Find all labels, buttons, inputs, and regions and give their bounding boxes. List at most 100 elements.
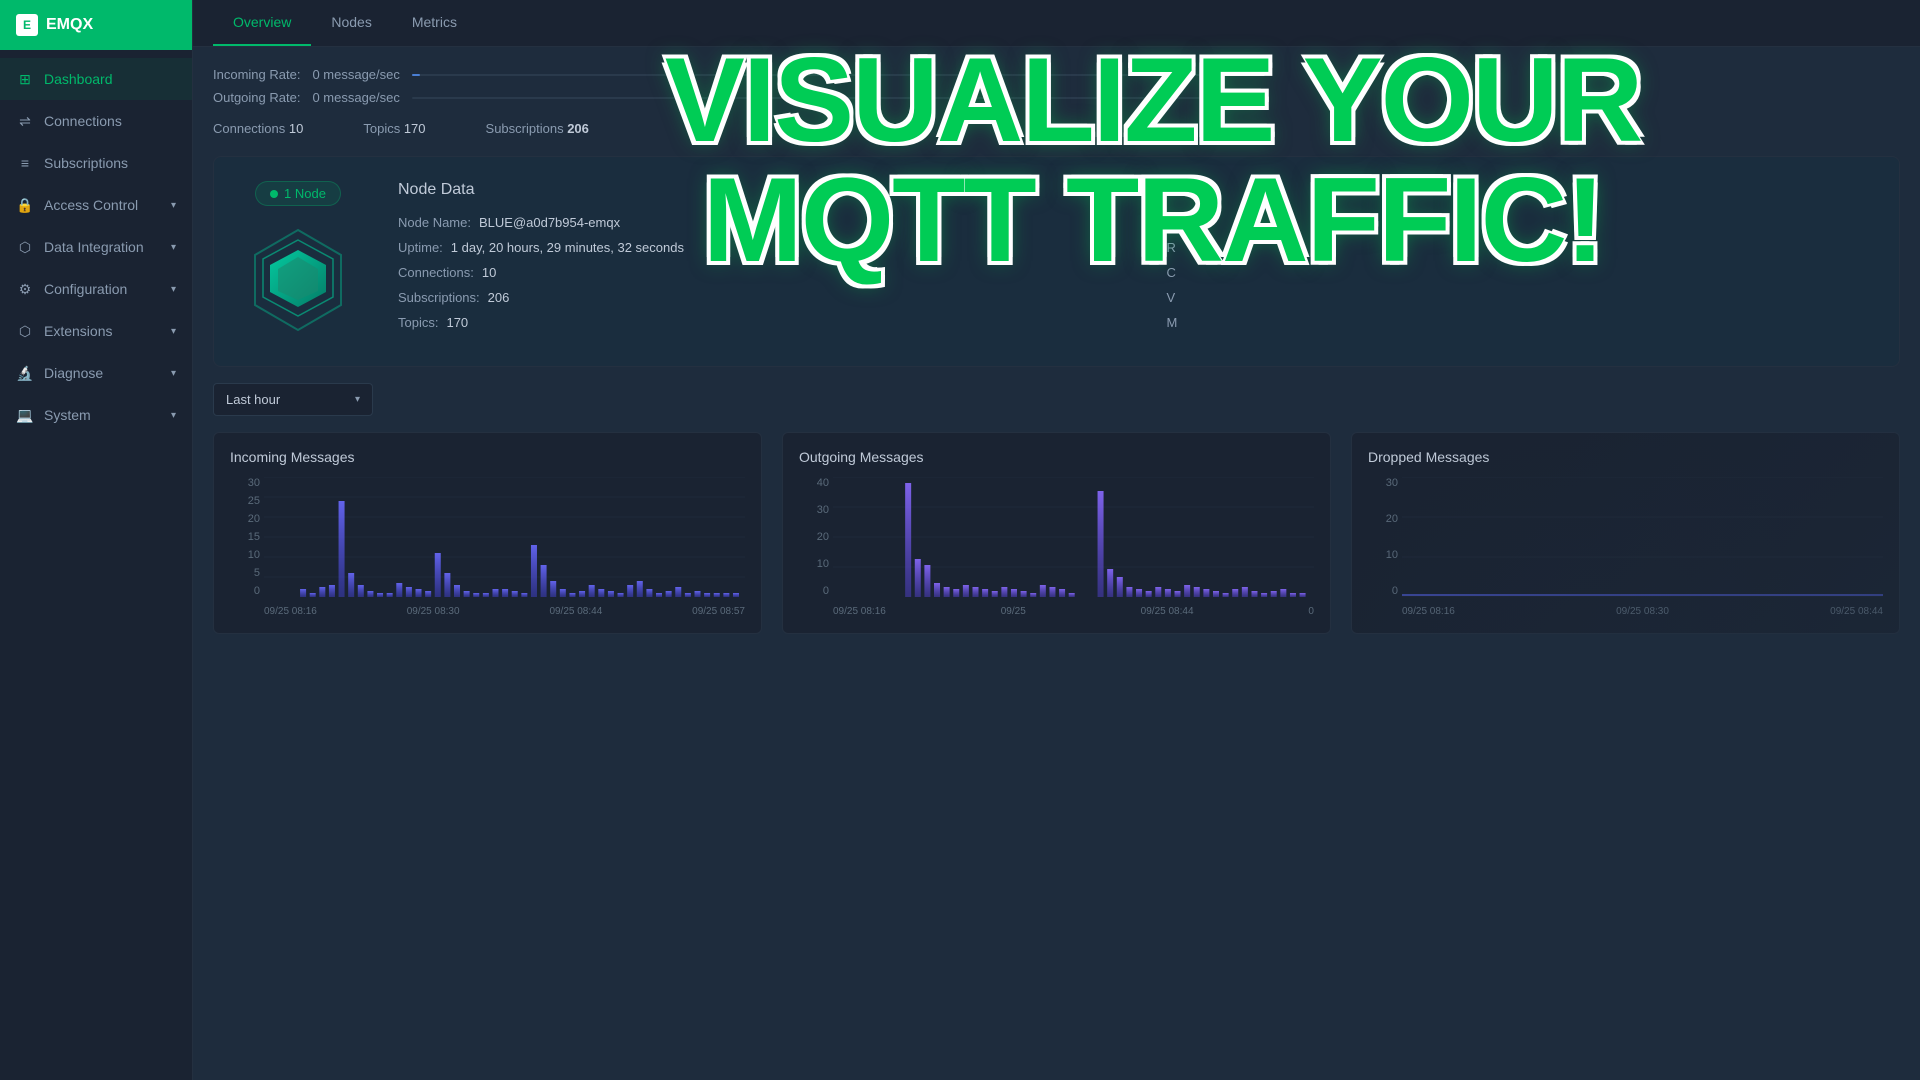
sidebar-item-label: Access Control <box>44 197 138 213</box>
incoming-rate-bar <box>412 74 1212 76</box>
chart-outgoing-yaxis: 40 30 20 10 0 <box>799 477 829 597</box>
node-extra-label-4: M <box>1167 315 1178 330</box>
node-section: 1 Node <box>213 156 1900 367</box>
chart-dropped: Dropped Messages 30 20 10 0 <box>1351 432 1900 634</box>
chart-dropped-plot <box>1402 477 1883 597</box>
incoming-rate-value: 0 message/sec <box>312 67 399 82</box>
chart-outgoing: Outgoing Messages 40 30 20 10 0 <box>782 432 1331 634</box>
chart-dropped-xaxis: 09/25 08:16 09/25 08:30 09/25 08:44 <box>1402 606 1883 617</box>
chevron-icon: ▾ <box>171 242 176 253</box>
node-extra-row-4: M <box>1167 315 1876 330</box>
time-filter-label: Last hour <box>226 392 280 407</box>
chart-outgoing-plot <box>833 477 1314 597</box>
subscriptions-row: Subscriptions: 206 <box>398 290 1107 305</box>
node-visual: 1 Node <box>238 181 358 342</box>
tab-nodes[interactable]: Nodes <box>311 0 391 46</box>
chart-outgoing-xaxis: 09/25 08:16 09/25 09/25 08:44 0 <box>833 606 1314 617</box>
node-name-label: Node Name: <box>398 215 471 230</box>
topics-label: Topics: <box>398 315 438 330</box>
sidebar-nav: ⊞ Dashboard ⇌ Connections ≡ Subscription… <box>0 50 192 1080</box>
chart-dropped-title: Dropped Messages <box>1368 449 1883 465</box>
connections-row: Connections: 10 <box>398 265 1107 280</box>
topics-value: 170 <box>446 315 468 330</box>
chart-dropped-yaxis: 30 20 10 0 <box>1368 477 1398 597</box>
dashboard-icon: ⊞ <box>16 70 34 88</box>
chevron-icon: ▾ <box>171 410 176 421</box>
node-name-row: Node Name: BLUE@a0d7b954-emqx <box>398 215 1107 230</box>
tabs-bar: Overview Nodes Metrics <box>193 0 1920 47</box>
main-content: Overview Nodes Metrics Incoming Rate: 0 … <box>193 0 1920 1080</box>
incoming-rate-label: Incoming Rate: <box>213 67 300 82</box>
topics-row: Topics: 170 <box>398 315 1107 330</box>
node-data-grid: Node Name: BLUE@a0d7b954-emqx No Uptime:… <box>398 215 1875 330</box>
header-stats: Connections 10 Topics 170 Subscriptions … <box>213 113 1900 140</box>
diagnose-icon: 🔬 <box>16 364 34 382</box>
sidebar-item-access-control[interactable]: 🔒 Access Control ▾ <box>0 184 192 226</box>
chevron-down-icon: ▾ <box>355 394 360 405</box>
sidebar: E EMQX ⊞ Dashboard ⇌ Connections ≡ Subsc… <box>0 0 193 1080</box>
node-hexagon <box>238 222 358 342</box>
sidebar-item-label: Connections <box>44 113 122 129</box>
subscriptions-label: Subscriptions: <box>398 290 480 305</box>
sidebar-item-data-integration[interactable]: ⬡ Data Integration ▾ <box>0 226 192 268</box>
tab-overview[interactable]: Overview <box>213 0 311 46</box>
sidebar-item-connections[interactable]: ⇌ Connections <box>0 100 192 142</box>
node-extra-label-3: V <box>1167 290 1176 305</box>
connections-stat-value: 10 <box>289 121 303 136</box>
connections-label: Connections: <box>398 265 474 280</box>
node-status-dot <box>270 190 278 198</box>
node-extra-row-0: No <box>1167 215 1876 230</box>
connections-stat-label: Connections <box>213 121 289 136</box>
chart-incoming-title: Incoming Messages <box>230 449 745 465</box>
chart-incoming-xaxis: 09/25 08:16 09/25 08:30 09/25 08:44 09/2… <box>264 606 745 617</box>
time-filter-select[interactable]: Last hour ▾ <box>213 383 373 416</box>
outgoing-rate-value: 0 message/sec <box>312 90 399 105</box>
connections-icon: ⇌ <box>16 112 34 130</box>
sidebar-item-extensions[interactable]: ⬡ Extensions ▾ <box>0 310 192 352</box>
node-extra-label-0: No <box>1167 215 1184 230</box>
subscriptions-stat-value: 206 <box>567 121 589 136</box>
chevron-icon: ▾ <box>171 200 176 211</box>
uptime-label: Uptime: <box>398 240 443 255</box>
sidebar-item-label: Dashboard <box>44 71 113 87</box>
extensions-icon: ⬡ <box>16 322 34 340</box>
sidebar-item-dashboard[interactable]: ⊞ Dashboard <box>0 58 192 100</box>
chevron-icon: ▾ <box>171 326 176 337</box>
subscriptions-stat-label: Subscriptions <box>486 121 568 136</box>
sidebar-item-configuration[interactable]: ⚙ Configuration ▾ <box>0 268 192 310</box>
topics-stat-label: Topics <box>363 121 403 136</box>
sidebar-item-system[interactable]: 💻 System ▾ <box>0 394 192 436</box>
chevron-icon: ▾ <box>171 368 176 379</box>
sidebar-item-label: Diagnose <box>44 365 103 381</box>
node-extra-row-3: V <box>1167 290 1876 305</box>
system-icon: 💻 <box>16 406 34 424</box>
topics-stat-value: 170 <box>404 121 426 136</box>
configuration-icon: ⚙ <box>16 280 34 298</box>
node-extra-row-2: C <box>1167 265 1876 280</box>
connections-stat: Connections 10 <box>213 121 303 136</box>
uptime-value: 1 day, 20 hours, 29 minutes, 32 seconds <box>451 240 684 255</box>
sidebar-item-label: Subscriptions <box>44 155 128 171</box>
outgoing-rate-row: Outgoing Rate: 0 message/sec <box>213 90 1900 105</box>
node-extra-row-1: R <box>1167 240 1876 255</box>
access-control-icon: 🔒 <box>16 196 34 214</box>
overview-content: Incoming Rate: 0 message/sec Outgoing Ra… <box>193 47 1920 1080</box>
chart-incoming-yaxis: 30 25 20 15 10 5 0 <box>230 477 260 597</box>
sidebar-item-label: Extensions <box>44 323 112 339</box>
logo-icon: E <box>16 14 38 36</box>
tab-metrics[interactable]: Metrics <box>392 0 477 46</box>
chart-dropped-area: 30 20 10 0 <box>1368 477 1883 617</box>
logo-text: EMQX <box>46 16 93 34</box>
sidebar-item-diagnose[interactable]: 🔬 Diagnose ▾ <box>0 352 192 394</box>
incoming-rate-fill <box>412 74 420 76</box>
sidebar-item-subscriptions[interactable]: ≡ Subscriptions <box>0 142 192 184</box>
chart-incoming-plot <box>264 477 745 597</box>
node-badge-label: 1 Node <box>284 186 326 201</box>
chart-outgoing-title: Outgoing Messages <box>799 449 1314 465</box>
node-data-title: Node Data <box>398 181 1875 199</box>
filter-row: Last hour ▾ <box>213 383 1900 416</box>
node-name-value: BLUE@a0d7b954-emqx <box>479 215 620 230</box>
node-badge: 1 Node <box>255 181 341 206</box>
data-integration-icon: ⬡ <box>16 238 34 256</box>
chart-outgoing-area: 40 30 20 10 0 <box>799 477 1314 617</box>
